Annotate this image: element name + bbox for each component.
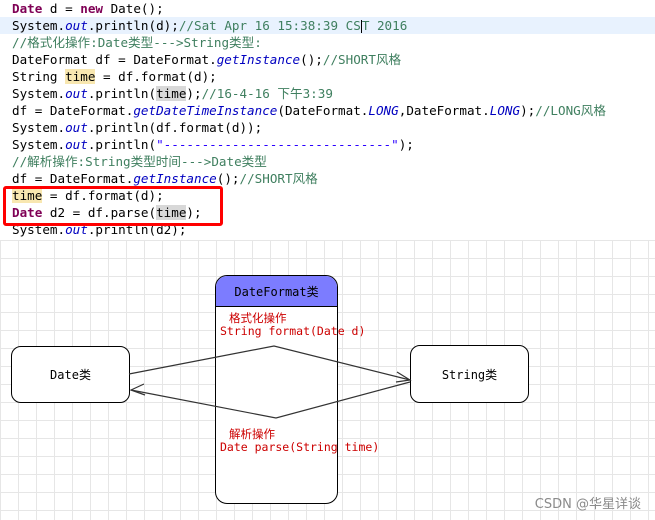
code-line-1[interactable]: Date d = new Date(); (12, 0, 164, 17)
watermark: CSDN @华星详谈 (534, 497, 641, 512)
date-class-label: Date类 (50, 368, 91, 382)
code-line-6[interactable]: System.out.println(time);//16-4-16 下午3:3… (12, 85, 333, 102)
code-line-9[interactable]: System.out.println("--------------------… (12, 136, 414, 153)
code-line-3[interactable]: //格式化操作:Date类型--->String类型: (12, 34, 262, 51)
code-editor[interactable]: Date d = new Date(); System.out.println(… (0, 0, 655, 240)
code-line-2[interactable]: System.out.println(d);//Sat Apr 16 15:38… (12, 17, 407, 34)
code-line-7[interactable]: df = DateFormat.getDateTimeInstance(Date… (12, 102, 606, 119)
string-class-label: String类 (441, 367, 498, 382)
parse-method-signature: Date parse(String time) (220, 440, 380, 454)
format-method-signature: String format(Date d) (220, 324, 366, 338)
dateformat-class-header: DateFormat类 (216, 276, 337, 307)
text-cursor (360, 20, 362, 33)
code-line-4[interactable]: DateFormat df = DateFormat.getInstance()… (12, 51, 401, 68)
code-line-10[interactable]: //解析操作:String类型时间--->Date类型 (12, 153, 267, 170)
highlight-box (3, 186, 223, 226)
dateformat-class-title: DateFormat类 (234, 284, 319, 299)
date-class-box[interactable]: Date类 (11, 346, 130, 403)
code-line-8[interactable]: System.out.println(df.format(d)); (12, 119, 262, 136)
code-line-11[interactable]: df = DateFormat.getInstance();//SHORT风格 (12, 170, 318, 187)
code-line-5[interactable]: String time = df.format(d); (12, 68, 217, 85)
string-class-box[interactable]: String类 (410, 345, 529, 403)
